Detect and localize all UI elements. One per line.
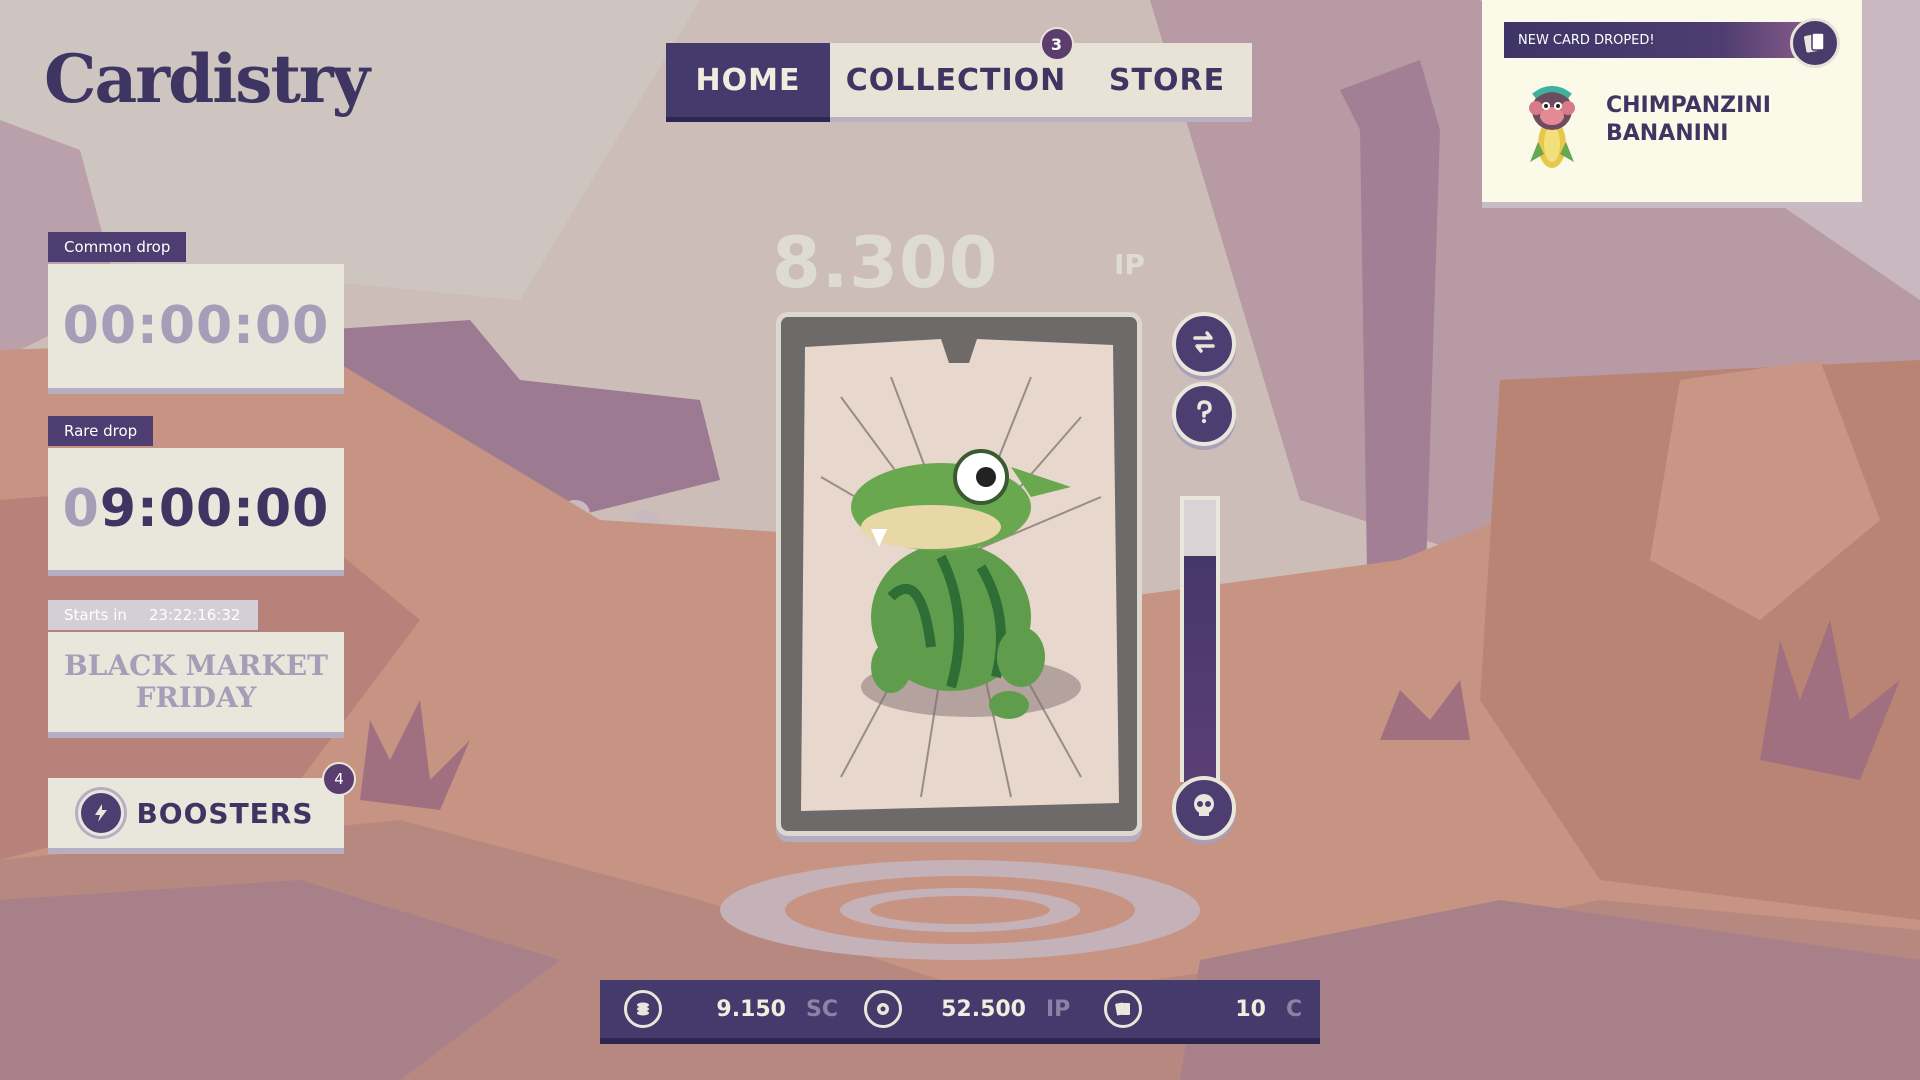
card-artwork bbox=[801, 339, 1119, 811]
new-card-notification[interactable]: NEW CARD DROPED! CHIMPANZINI BANANINI bbox=[1482, 0, 1862, 202]
tab-home-label: HOME bbox=[695, 62, 801, 98]
main-nav: HOME COLLECTION 3 STORE bbox=[666, 27, 1252, 119]
currency-ip-unit: IP bbox=[1046, 996, 1071, 1022]
notification-header: NEW CARD DROPED! bbox=[1504, 22, 1814, 58]
card-name-line1: CHIMPANZINI bbox=[1606, 93, 1771, 118]
currency-c-unit: C bbox=[1286, 996, 1303, 1022]
common-drop-tag: Common drop bbox=[48, 232, 187, 262]
boosters-label: BOOSTERS bbox=[136, 796, 314, 830]
card-name-line2: BANANINI bbox=[1606, 121, 1729, 146]
notification-title: NEW CARD DROPED! bbox=[1518, 32, 1655, 48]
currency-c-value: 10 bbox=[1235, 996, 1266, 1022]
currency-c[interactable]: 10 C bbox=[1080, 990, 1320, 1028]
event-countdown-tag: Starts in 23:22:16:32 bbox=[48, 600, 258, 630]
tab-collection-label: COLLECTION bbox=[845, 62, 1067, 98]
currency-sc[interactable]: 9.150 SC bbox=[600, 990, 840, 1028]
common-drop-timer: 00:00:00 bbox=[62, 296, 330, 356]
currency-ip-value: 52.500 bbox=[941, 996, 1026, 1022]
coins-icon bbox=[624, 990, 662, 1028]
lightning-icon bbox=[78, 790, 125, 836]
currency-sc-value: 9.150 bbox=[716, 996, 786, 1022]
black-market-title-line1: BLACK MARKET bbox=[64, 649, 328, 682]
swap-button[interactable] bbox=[1172, 312, 1236, 376]
logo-text: Cardistry bbox=[44, 40, 370, 118]
chimpanzini-card-avatar bbox=[1529, 86, 1575, 168]
tab-store-label: STORE bbox=[1108, 62, 1226, 98]
rare-drop-timer-main: 9:00:00 bbox=[99, 479, 330, 539]
currency-bar: 9.150 SC 52.500 IP 10 C bbox=[600, 980, 1320, 1038]
common-drop-label: Common drop bbox=[64, 238, 171, 256]
currency-ip[interactable]: 52.500 IP bbox=[840, 990, 1080, 1028]
help-button[interactable] bbox=[1172, 382, 1236, 446]
swap-icon bbox=[1189, 327, 1219, 361]
common-drop-panel[interactable]: 00:00:00 bbox=[48, 264, 344, 388]
black-market-title-line2: FRIDAY bbox=[135, 681, 257, 714]
event-starts-label: Starts in bbox=[64, 606, 127, 624]
rare-drop-panel[interactable]: 09:00:00 bbox=[48, 448, 344, 570]
question-icon bbox=[1189, 397, 1219, 431]
boosters-button[interactable]: BOOSTERS 4 bbox=[48, 762, 356, 848]
app-logo[interactable]: Cardistry bbox=[44, 40, 370, 118]
event-countdown: 23:22:16:32 bbox=[148, 606, 241, 624]
black-market-title: BLACK MARKET FRIDAY bbox=[64, 650, 328, 714]
power-meter bbox=[1180, 496, 1220, 782]
score-value: 8.300 bbox=[772, 222, 999, 304]
cards-icon bbox=[1790, 18, 1840, 68]
power-meter-empty-portion bbox=[1184, 500, 1216, 557]
rare-drop-tag: Rare drop bbox=[48, 416, 154, 446]
rare-drop-label: Rare drop bbox=[64, 422, 138, 440]
cards-icon bbox=[1104, 990, 1142, 1028]
tab-home[interactable]: HOME bbox=[666, 43, 830, 117]
notification-card-name: CHIMPANZINI BANANINI bbox=[1606, 92, 1826, 148]
tab-store[interactable]: STORE bbox=[1082, 43, 1252, 117]
skull-icon bbox=[1189, 791, 1219, 825]
rare-drop-timer: 09:00:00 bbox=[63, 479, 330, 539]
tab-collection[interactable]: COLLECTION 3 bbox=[830, 27, 1082, 117]
skull-button[interactable] bbox=[1172, 776, 1236, 840]
featured-card[interactable] bbox=[776, 312, 1142, 836]
score-unit: IP bbox=[1114, 248, 1145, 281]
boosters-badge: 4 bbox=[322, 762, 356, 796]
black-market-panel[interactable]: BLACK MARKET FRIDAY bbox=[48, 632, 344, 732]
rare-drop-timer-faded: 0 bbox=[62, 479, 100, 539]
currency-sc-unit: SC bbox=[806, 996, 838, 1022]
gem-icon bbox=[864, 990, 902, 1028]
collection-badge: 3 bbox=[1040, 27, 1074, 61]
